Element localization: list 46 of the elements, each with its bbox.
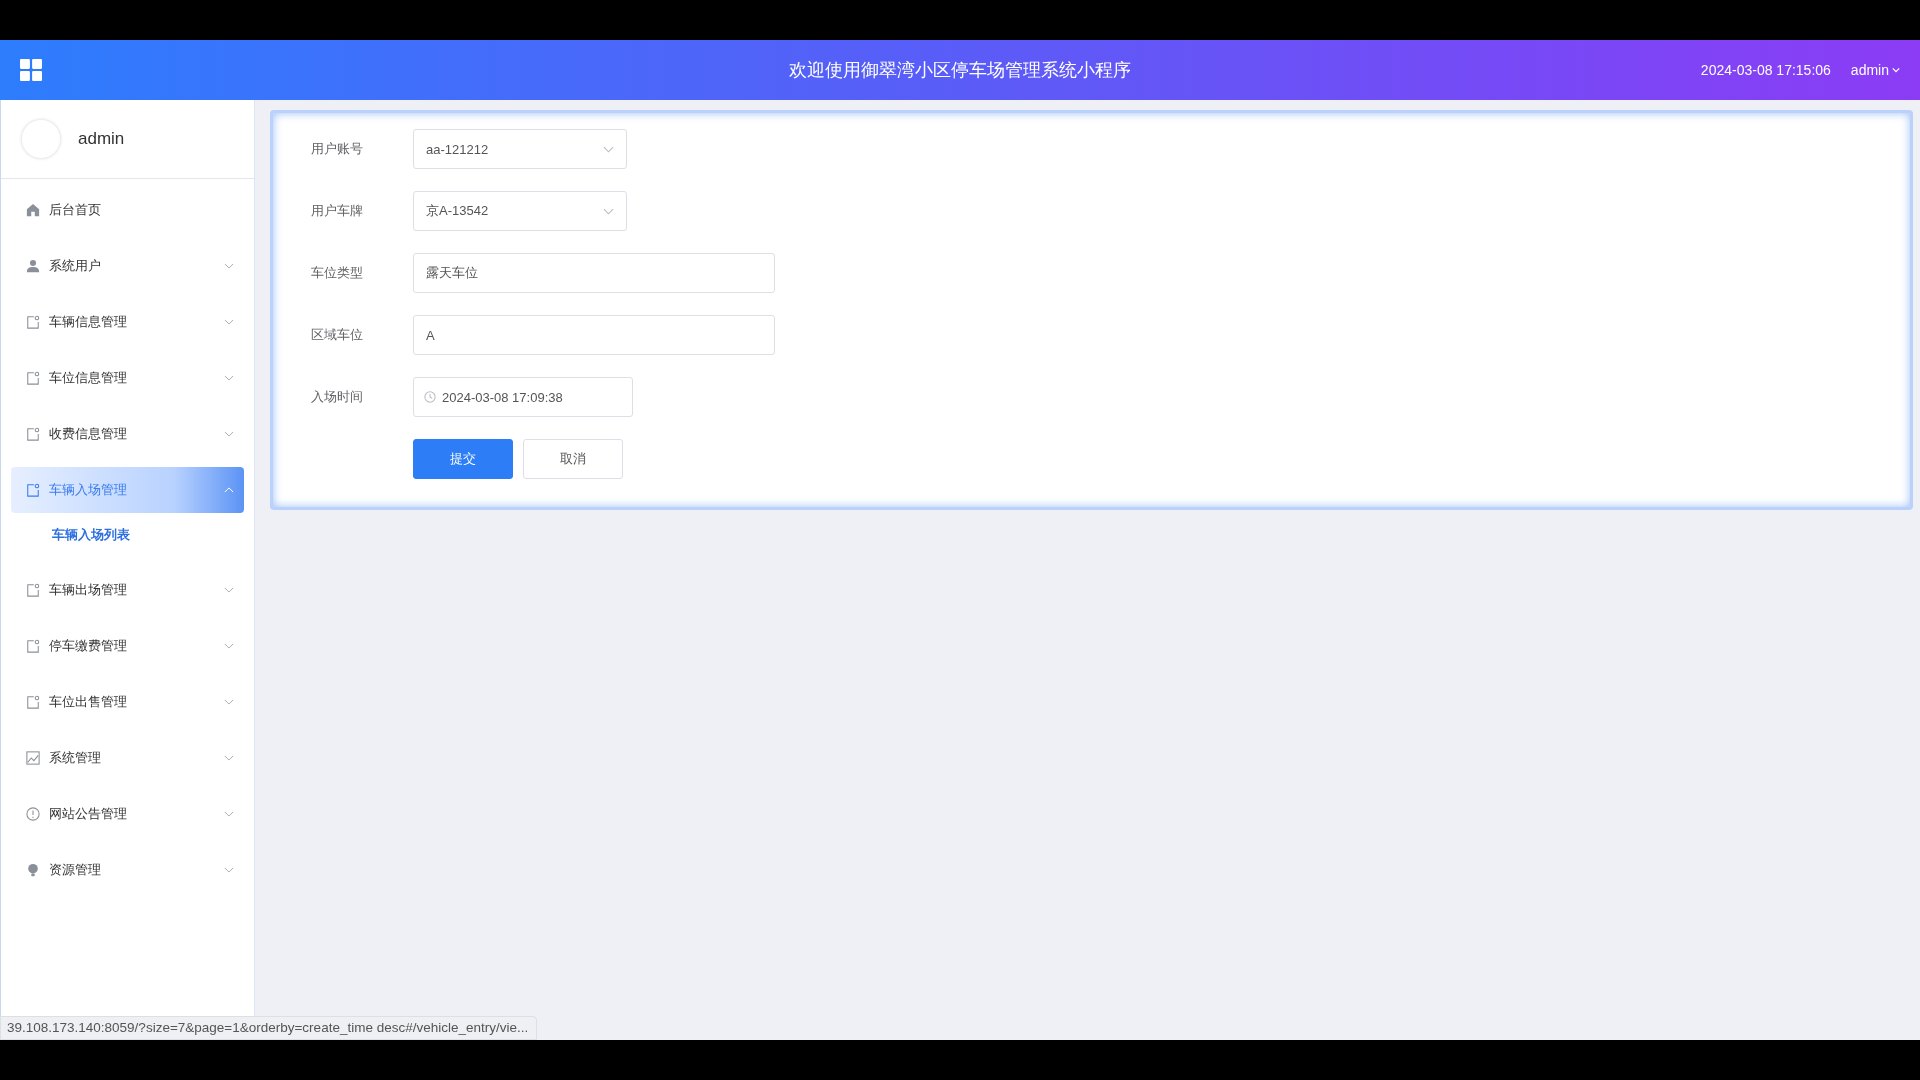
- page-title: 欢迎使用御翠湾小区停车场管理系统小程序: [789, 59, 1131, 82]
- chevron-icon: [603, 207, 614, 215]
- image-icon: [26, 751, 40, 765]
- cancel-button[interactable]: 取消: [523, 439, 623, 479]
- user-icon: [26, 259, 40, 273]
- alert-icon: [26, 807, 40, 821]
- doc-icon: [26, 315, 40, 329]
- select-field[interactable]: 京A-13542: [413, 191, 627, 231]
- doc-icon: [26, 427, 40, 441]
- caret-icon: [1892, 67, 1900, 73]
- menu-item[interactable]: 车辆出场管理: [11, 567, 244, 613]
- field-label: 用户账号: [311, 140, 364, 158]
- select-field[interactable]: aa-121212: [413, 129, 627, 169]
- link-url-tooltip: 39.108.173.140:8059/?size=7&page=1&orderby=create_time desc#/vehicle_entry/vie...: [0, 1016, 538, 1040]
- input-field[interactable]: 露天车位: [413, 253, 775, 293]
- menu-item[interactable]: 车位出售管理: [11, 679, 244, 725]
- menu-item[interactable]: 车位信息管理: [11, 355, 244, 401]
- chevron-icon: [603, 145, 614, 153]
- user-name: admin: [78, 129, 125, 149]
- doc-icon: [26, 371, 40, 385]
- menu-item[interactable]: 系统管理: [11, 735, 244, 781]
- grid-menu-icon[interactable]: [20, 59, 42, 81]
- submit-button[interactable]: 提交: [413, 439, 513, 479]
- field-label: 车位类型: [311, 264, 364, 282]
- home-icon: [26, 203, 40, 217]
- submenu-item[interactable]: 车辆入场列表: [1, 513, 254, 557]
- menu-item[interactable]: 停车缴费管理: [11, 623, 244, 669]
- field-label: 用户车牌: [311, 202, 364, 220]
- user-menu-button[interactable]: admin: [1850, 62, 1900, 78]
- field-label: 入场时间: [311, 388, 364, 406]
- clock-icon: [424, 391, 436, 403]
- menu-item[interactable]: 网站公告管理: [11, 791, 244, 837]
- doc-icon: [26, 583, 40, 597]
- date-time-field[interactable]: 2024-03-08 17:09:38: [413, 377, 633, 417]
- input-field[interactable]: A: [413, 315, 775, 355]
- menu-item[interactable]: 资源管理: [11, 847, 244, 893]
- menu-item[interactable]: 后台首页: [11, 187, 244, 233]
- doc-icon: [26, 695, 40, 709]
- menu-item[interactable]: 车辆信息管理: [11, 299, 244, 345]
- doc-icon: [26, 483, 40, 497]
- field-label: 区域车位: [311, 326, 364, 344]
- menu-item[interactable]: 收费信息管理: [11, 411, 244, 457]
- date-time: 2024-03-08 17:15:06: [1700, 62, 1831, 78]
- bulb-icon: [26, 863, 40, 877]
- menu-item[interactable]: 系统用户: [11, 243, 244, 289]
- doc-icon: [26, 639, 40, 653]
